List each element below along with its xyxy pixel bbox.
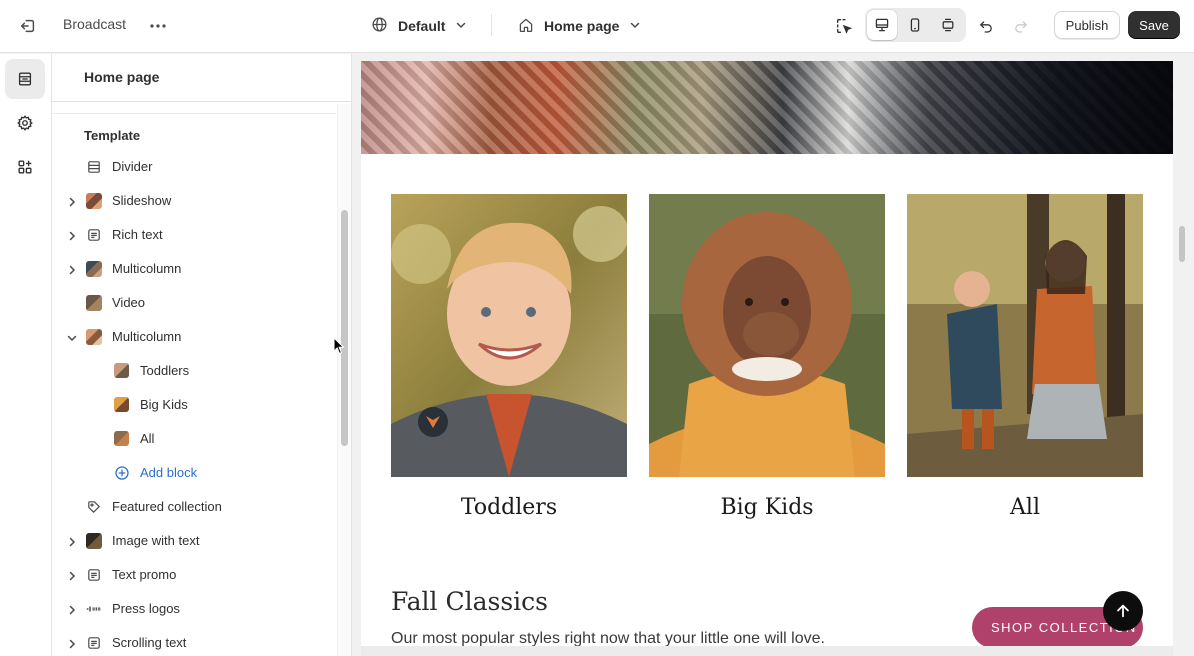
sidebar-item-image-with-text[interactable]: Image with text xyxy=(52,524,337,558)
sidebar-item-featured-collection[interactable]: Featured collection xyxy=(52,490,337,524)
storefront-preview: Toddlers Big Kids All Fall Classics Our … xyxy=(361,61,1173,656)
sidebar-item-rich-text[interactable]: Rich text xyxy=(52,218,337,252)
chevron-right-icon[interactable] xyxy=(66,229,78,241)
chevron-right-icon[interactable] xyxy=(66,195,78,207)
column-title-toddlers: Toddlers xyxy=(460,495,558,520)
undo-icon[interactable] xyxy=(970,10,1002,42)
language-selector[interactable]: Default xyxy=(371,12,467,40)
block-item-label: Big Kids xyxy=(140,397,188,412)
add-block-label: Add block xyxy=(140,465,198,480)
sidebar-item-multicolumn[interactable]: Multicolumn xyxy=(52,252,337,286)
block-item-all[interactable]: All xyxy=(52,422,337,456)
sidebar-title: Home page xyxy=(84,69,160,85)
logo-thumbnail-icon xyxy=(86,601,102,617)
divider xyxy=(52,113,336,114)
theme-name: Broadcast xyxy=(63,16,127,32)
chevron-right-icon[interactable] xyxy=(66,535,78,547)
sidebar-item-scrolling-text[interactable]: Scrolling text xyxy=(52,626,337,656)
add-block-button[interactable]: Add block xyxy=(52,456,337,490)
page-selector[interactable]: Home page xyxy=(518,12,641,40)
image-thumbnail-icon xyxy=(86,193,102,209)
sidebar-item-label: Multicolumn xyxy=(112,329,182,344)
layout-section-icon xyxy=(86,159,102,175)
text-block-icon xyxy=(86,227,102,243)
preview-horizontal-scrollbar[interactable] xyxy=(361,646,1173,656)
block-item-big-kids[interactable]: Big Kids xyxy=(52,388,337,422)
globe-icon xyxy=(371,16,388,36)
page-label: Home page xyxy=(544,18,620,34)
image-thumbnail-icon xyxy=(114,397,129,412)
column-title-all: All xyxy=(1010,495,1040,520)
section-heading-fall-classics: Fall Classics xyxy=(391,587,549,616)
image-thumbnail-icon xyxy=(86,533,102,549)
chevron-right-icon[interactable] xyxy=(66,569,78,581)
divider xyxy=(491,14,492,36)
image-thumbnail-icon xyxy=(86,329,102,345)
arrow-up-icon[interactable] xyxy=(1103,591,1143,631)
sidebar-item-label: Slideshow xyxy=(112,193,172,208)
sidebar-item-label: Rich text xyxy=(112,227,163,242)
image-thumbnail-icon xyxy=(114,431,129,446)
sidebar-item-label: Scrolling text xyxy=(112,635,187,650)
preview-scrollbar[interactable] xyxy=(1179,226,1185,262)
text-block-icon xyxy=(86,635,102,651)
save-button[interactable]: Save xyxy=(1128,11,1180,39)
sidebar-header: Home page xyxy=(52,54,351,102)
chevron-right-icon[interactable] xyxy=(66,263,78,275)
sidebar-item-label: Multicolumn xyxy=(112,261,182,276)
image-thumbnail-icon xyxy=(114,363,129,378)
fullscreen-icon[interactable] xyxy=(933,10,963,40)
sidebar-item-multicolumn-expanded[interactable]: Multicolumn xyxy=(52,320,337,354)
preview-area: Toddlers Big Kids All Fall Classics Our … xyxy=(353,54,1194,656)
block-item-label: All xyxy=(140,431,155,446)
sections-icon[interactable] xyxy=(5,59,45,99)
sidebar-item-label: Image with text xyxy=(112,533,200,548)
chevron-right-icon[interactable] xyxy=(66,603,78,615)
sidebar-item-label: Video xyxy=(112,295,146,310)
sidebar-item-label: Divider xyxy=(112,159,153,174)
slideshow-image[interactable] xyxy=(361,61,1173,154)
column-title-big-kids: Big Kids xyxy=(720,495,814,520)
image-thumbnail-icon xyxy=(86,295,102,311)
mobile-icon[interactable] xyxy=(900,10,930,40)
all-image[interactable] xyxy=(907,194,1143,477)
device-toggle-group xyxy=(865,8,966,42)
top-bar: Broadcast Default Home page Publish Save xyxy=(0,0,1194,53)
toddlers-image[interactable] xyxy=(391,194,627,477)
chevron-down-icon xyxy=(455,18,467,34)
block-item-toddlers[interactable]: Toddlers xyxy=(52,354,337,388)
block-item-label: Toddlers xyxy=(140,363,190,378)
inspector-icon[interactable] xyxy=(828,10,860,42)
sections-sidebar: Home page Template Divider Slideshow Ric… xyxy=(52,54,352,656)
chevron-down-icon[interactable] xyxy=(66,331,78,343)
redo-icon[interactable] xyxy=(1005,10,1037,42)
mouse-pointer-icon xyxy=(333,336,345,358)
big-kids-image[interactable] xyxy=(649,194,885,477)
desktop-icon[interactable] xyxy=(867,10,897,40)
sidebar-item-video[interactable]: Video xyxy=(52,286,337,320)
sidebar-item-divider[interactable]: Divider xyxy=(52,150,337,184)
apps-icon[interactable] xyxy=(5,147,45,187)
sidebar-item-text-promo[interactable]: Text promo xyxy=(52,558,337,592)
sidebar-item-label: Featured collection xyxy=(112,499,222,514)
image-thumbnail-icon xyxy=(86,261,102,277)
section-heading: Template xyxy=(84,128,141,143)
chevron-right-icon[interactable] xyxy=(66,637,78,649)
text-block-icon xyxy=(86,567,102,583)
tag-icon xyxy=(86,499,102,515)
home-icon xyxy=(518,17,534,36)
sidebar-scrollbar[interactable] xyxy=(341,210,348,446)
sidebar-item-label: Text promo xyxy=(112,567,177,582)
gear-icon[interactable] xyxy=(5,103,45,143)
plus-circle-icon xyxy=(114,465,130,481)
more-horizontal-icon[interactable] xyxy=(145,12,171,40)
language-label: Default xyxy=(398,18,446,34)
sidebar-item-press-logos[interactable]: Press logos xyxy=(52,592,337,626)
exit-icon[interactable] xyxy=(14,12,42,40)
left-rail xyxy=(0,54,52,656)
publish-button[interactable]: Publish xyxy=(1054,11,1120,39)
sidebar-item-slideshow[interactable]: Slideshow xyxy=(52,184,337,218)
chevron-down-icon xyxy=(629,18,641,34)
sidebar-item-label: Press logos xyxy=(112,601,180,616)
